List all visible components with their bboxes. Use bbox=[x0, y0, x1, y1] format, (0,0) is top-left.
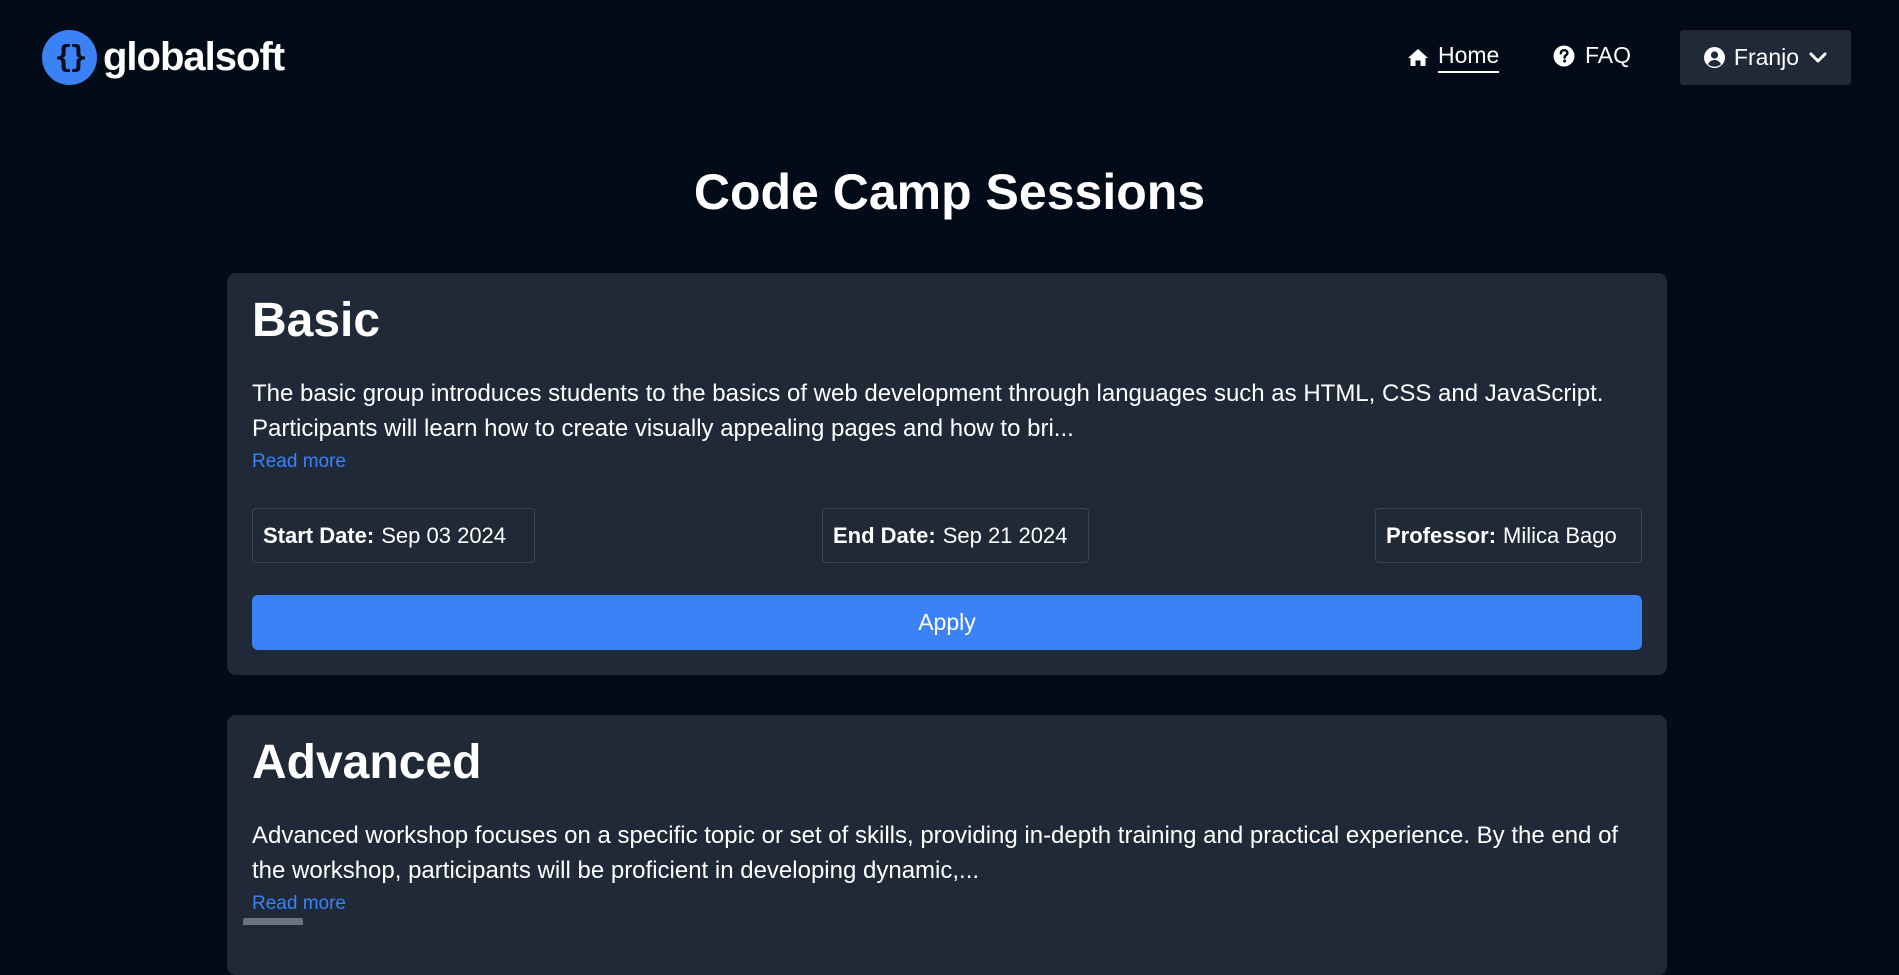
session-description: The basic group introduces students to t… bbox=[252, 380, 1604, 442]
session-card-basic: Basic The basic group introduces student… bbox=[227, 273, 1667, 675]
logo[interactable]: {} globalsoft bbox=[42, 30, 285, 85]
read-more-link[interactable]: Read more bbox=[252, 893, 346, 915]
professor-value: Milica Bago bbox=[1503, 522, 1617, 548]
user-menu-dropdown[interactable]: Franjo bbox=[1680, 30, 1851, 85]
user-circle-icon bbox=[1703, 47, 1725, 68]
top-navbar: {} globalsoft Home FAQ Franjo bbox=[0, 0, 1899, 115]
start-date-value: Sep 03 2024 bbox=[381, 522, 507, 548]
nav-home-link[interactable]: Home bbox=[1407, 42, 1500, 73]
taskbar-indicator bbox=[243, 918, 303, 925]
start-date-box: Start Date: Sep 03 2024 bbox=[252, 508, 535, 563]
nav-faq-label: FAQ bbox=[1585, 42, 1632, 68]
start-date-label: Start Date: bbox=[263, 522, 375, 548]
chevron-down-icon bbox=[1809, 52, 1827, 62]
page-title: Code Camp Sessions bbox=[693, 164, 1206, 220]
professor-box: Professor: Milica Bago bbox=[1375, 508, 1642, 563]
end-date-label: End Date: bbox=[833, 522, 936, 548]
session-title: Basic bbox=[252, 294, 381, 347]
home-icon bbox=[1408, 49, 1428, 66]
logo-braces-icon: {} bbox=[42, 30, 97, 85]
question-circle-icon bbox=[1553, 45, 1575, 66]
logo-text: globalsoft bbox=[103, 35, 285, 79]
nav-faq-link[interactable]: FAQ bbox=[1553, 42, 1631, 69]
end-date-value: Sep 21 2024 bbox=[942, 522, 1068, 548]
apply-button[interactable]: Apply bbox=[252, 595, 1642, 650]
session-title: Advanced bbox=[252, 736, 482, 789]
read-more-link[interactable]: Read more bbox=[252, 451, 346, 473]
nav-home-label: Home bbox=[1438, 42, 1500, 73]
user-name: Franjo bbox=[1733, 44, 1800, 70]
professor-label: Professor: bbox=[1386, 522, 1497, 548]
session-description: Advanced workshop focuses on a specific … bbox=[252, 822, 1619, 884]
end-date-box: End Date: Sep 21 2024 bbox=[822, 508, 1089, 563]
session-card-advanced: Advanced Advanced workshop focuses on a … bbox=[227, 715, 1667, 975]
